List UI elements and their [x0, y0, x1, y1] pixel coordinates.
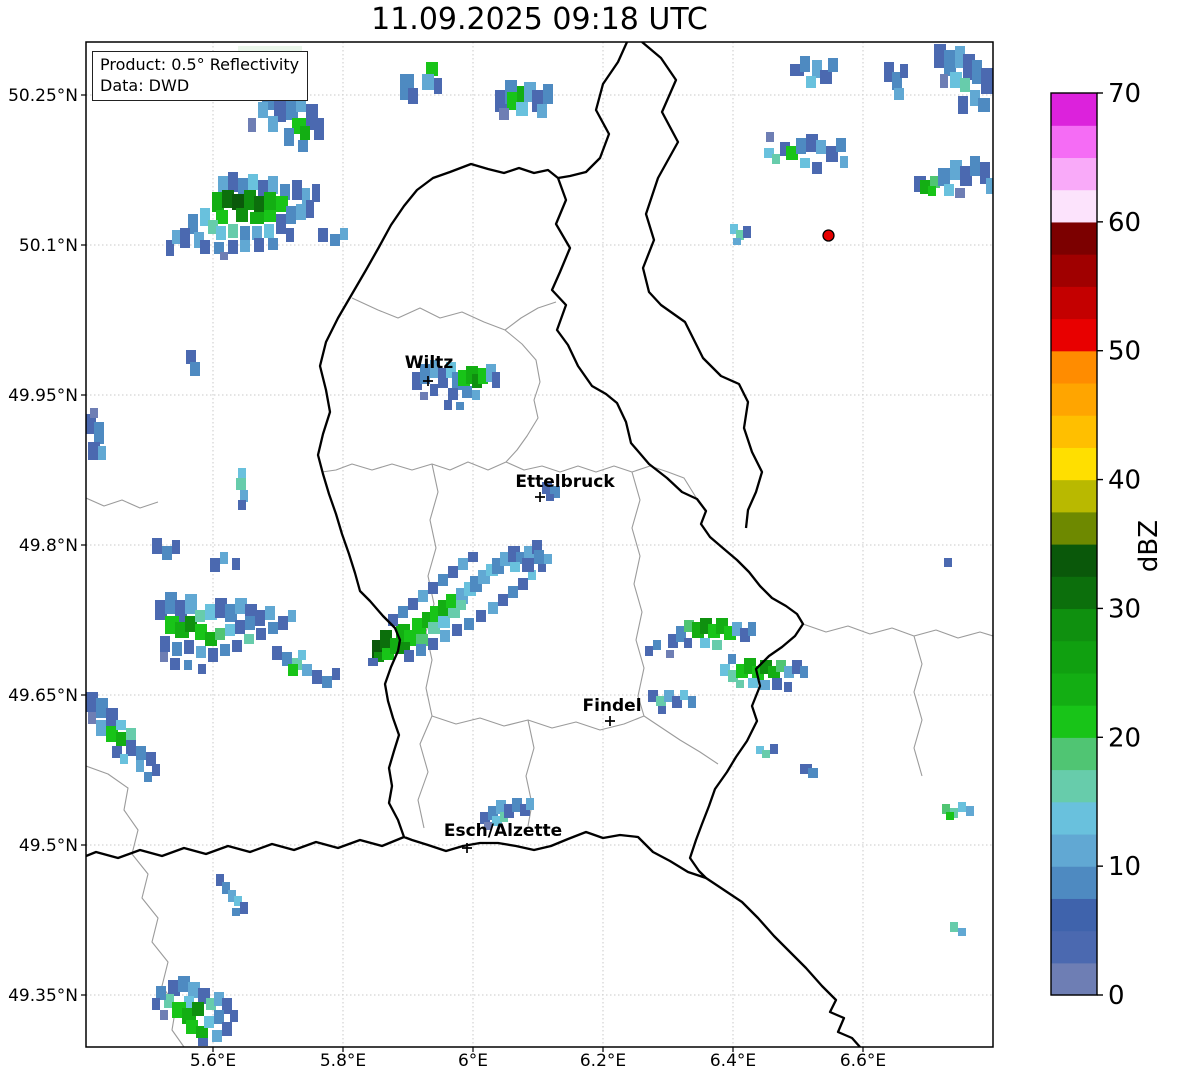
legend-data-line: Data: DWD — [100, 76, 190, 95]
map-title: 11.09.2025 09:18 UTC — [371, 2, 708, 37]
legend-product-line: Product: 0.5° Reflectivity — [100, 55, 300, 74]
y-tick-label: 50.25°N — [8, 86, 78, 106]
colorbar-tick-label: 70 — [1108, 79, 1141, 109]
city-label: Esch/Alzette — [444, 821, 562, 841]
colorbar: 0 10 20 30 40 50 60 70 dBZ — [1050, 79, 1164, 1011]
city-label: Wiltz — [405, 353, 454, 373]
x-tick-label: 5.8°E — [320, 1051, 366, 1071]
x-tick-label: 6.6°E — [840, 1051, 886, 1071]
colorbar-tick-label: 0 — [1108, 981, 1125, 1011]
radar-site-marker — [822, 229, 835, 242]
x-tick-label: 5.6°E — [190, 1051, 236, 1071]
y-tick-label: 49.5°N — [19, 836, 78, 856]
map-canvas: Wiltz Ettelbruck Findel Esch/Alzette 5.6°E 5.… — [8, 41, 1164, 1071]
y-tick-label: 49.8°N — [19, 536, 78, 556]
colorbar-axis-label: dBZ — [1134, 520, 1164, 572]
city-marker-findel: Findel — [582, 696, 642, 726]
legend-box: Product: 0.5° Reflectivity Data: DWD — [92, 51, 309, 101]
x-tick-label: 6.4°E — [710, 1051, 756, 1071]
radar-map-figure: Wiltz Ettelbruck Findel Esch/Alzette 5.6°E 5.… — [0, 0, 1184, 1081]
x-tick-label: 6°E — [458, 1051, 488, 1071]
city-marker-ettelbruck: Ettelbruck — [515, 472, 615, 502]
district-borders — [86, 297, 993, 1047]
city-label: Findel — [582, 696, 641, 716]
x-tick-label: 6.2°E — [580, 1051, 626, 1071]
y-tick-label: 49.65°N — [8, 686, 78, 706]
y-tick-label: 49.95°N — [8, 386, 78, 406]
colorbar-tick-label: 10 — [1108, 852, 1141, 882]
colorbar-tick-label: 40 — [1108, 466, 1141, 496]
colorbar-tick-label: 50 — [1108, 337, 1141, 367]
colorbar-tick-label: 30 — [1108, 594, 1141, 624]
city-label: Ettelbruck — [515, 472, 615, 492]
y-tick-label: 49.35°N — [8, 986, 78, 1006]
colorbar-tick-label: 60 — [1108, 208, 1141, 238]
y-tick-label: 50.1°N — [19, 236, 78, 256]
colorbar-tick-label: 20 — [1108, 723, 1141, 753]
